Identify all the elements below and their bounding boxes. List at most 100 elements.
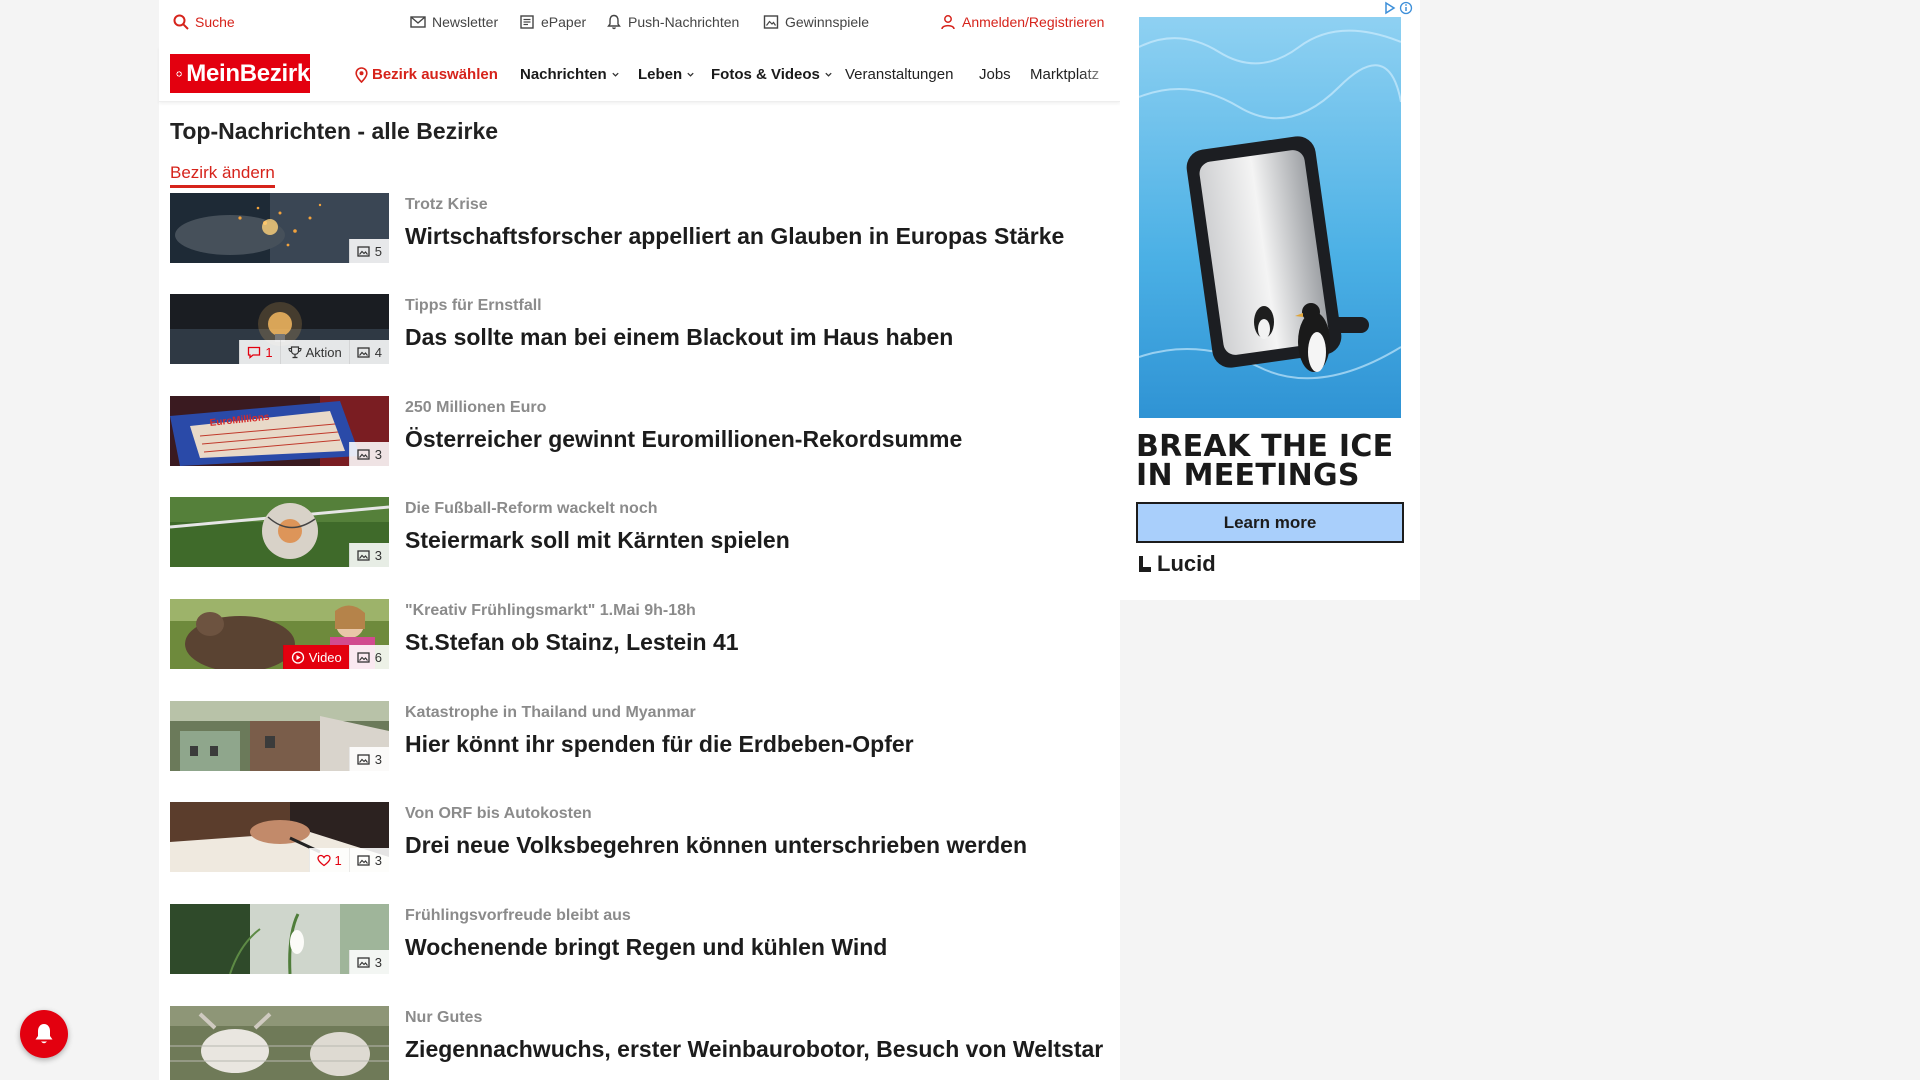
play-icon: [291, 650, 304, 664]
main-navigation: MeinBezirk Bezirk auswählen Nachrichten …: [159, 46, 1120, 102]
like-count-badge: 1: [308, 848, 349, 872]
chevron-down-icon: [687, 72, 694, 77]
article-headline[interactable]: Ziegennachwuchs, erster Weinbaurobotor, …: [405, 1034, 1110, 1064]
photos-icon: [357, 956, 370, 968]
photo-count-badge: 3: [348, 543, 389, 567]
article-headline[interactable]: Drei neue Volksbegehren können unterschr…: [405, 830, 1110, 860]
article-thumbnail[interactable]: Video 6: [170, 599, 389, 669]
nav-life-label: Leben: [638, 66, 683, 83]
thumbnail-badges: 3: [348, 543, 389, 567]
article-kicker: "Kreativ Frühlingsmarkt" 1.Mai 9h-18h: [405, 602, 696, 619]
article-item[interactable]: 1 3 Von ORF bis Autokosten Drei neue Vol…: [170, 802, 1110, 874]
article-headline[interactable]: Steiermark soll mit Kärnten spielen: [405, 525, 1110, 555]
user-icon: [941, 15, 955, 30]
nav-events[interactable]: Veranstaltungen: [845, 66, 953, 83]
chevron-down-icon: [612, 72, 619, 77]
newsletter-label: Newsletter: [432, 14, 499, 30]
article-thumbnail[interactable]: 5: [170, 193, 389, 263]
thumbnail-badges: 3: [348, 747, 389, 771]
advertisement[interactable]: BREAK THE ICE IN MEETINGS Learn more Luc…: [1120, 0, 1420, 600]
ad-learn-more-button[interactable]: Learn more: [1136, 502, 1404, 543]
thumbnail-badges: 3: [348, 442, 389, 466]
like-count: 1: [334, 852, 342, 868]
photo-count: 3: [374, 751, 382, 767]
games-link[interactable]: Gewinnspiele: [763, 14, 869, 30]
page-title: Top-Nachrichten - alle Bezirke: [170, 118, 499, 144]
article-thumbnail[interactable]: 3: [170, 904, 389, 974]
article-item[interactable]: 3 Die Fußball-Reform wackelt noch Steier…: [170, 497, 1110, 569]
login-link[interactable]: Anmelden/Registrieren: [940, 14, 1104, 30]
article-thumbnail[interactable]: 3: [170, 497, 389, 567]
article-thumbnail[interactable]: 1 3: [170, 802, 389, 872]
newsletter-link[interactable]: Newsletter: [410, 14, 498, 30]
login-label: Anmelden/Registrieren: [962, 14, 1105, 30]
change-district-link[interactable]: Bezirk ändern: [170, 163, 275, 188]
utility-bar: Suche Newsletter ePaper Push-Nachrichten…: [159, 0, 1120, 46]
photo-count: 5: [374, 243, 382, 259]
article-thumbnail[interactable]: 3: [170, 701, 389, 771]
photo-count: 3: [374, 547, 382, 563]
article-thumbnail[interactable]: [170, 1006, 389, 1080]
push-label: Push-Nachrichten: [628, 14, 740, 30]
photo-count-badge: 6: [348, 645, 389, 669]
picture-icon: [763, 15, 779, 29]
comment-count-badge: 1: [239, 340, 280, 364]
search-link[interactable]: Suche: [173, 14, 235, 30]
photos-icon: [357, 651, 370, 663]
thumbnail-badges: 5: [348, 239, 389, 263]
article-kicker: Katastrophe in Thailand und Myanmar: [405, 704, 696, 721]
article-headline[interactable]: Hier könnt ihr spenden für die Erdbeben-…: [405, 729, 1110, 759]
article-item[interactable]: EuroMillions 3 250 Millionen Euro Österr…: [170, 396, 1110, 468]
search-label: Suche: [195, 14, 235, 30]
article-thumbnail[interactable]: EuroMillions 3: [170, 396, 389, 466]
games-label: Gewinnspiele: [785, 14, 870, 30]
ad-mirror-image[interactable]: [1138, 17, 1402, 418]
article-item[interactable]: Video 6 "Kreativ Frühlingsmarkt" 1.Mai 9…: [170, 599, 1110, 671]
action-label: Aktion: [305, 344, 342, 360]
nav-photos-videos-label: Fotos & Videos: [711, 66, 820, 83]
photo-count: 3: [374, 446, 382, 462]
photo-count-badge: 3: [348, 442, 389, 466]
photos-icon: [357, 549, 370, 561]
logo-flower-icon: [176, 70, 183, 77]
lucid-logo-icon: [1139, 556, 1151, 572]
ad-headline[interactable]: BREAK THE ICE IN MEETINGS: [1136, 432, 1406, 491]
ad-brand-name: Lucid: [1157, 551, 1216, 576]
ad-brand[interactable]: Lucid: [1137, 551, 1216, 577]
bell-icon: [607, 14, 621, 30]
notification-bell-button[interactable]: [20, 1010, 68, 1058]
thumbnail-badges: 1 3: [308, 848, 389, 872]
article-item[interactable]: 3 Frühlingsvorfreude bleibt aus Wochenen…: [170, 904, 1110, 976]
article-item[interactable]: 1 Aktion 4 Tipps für Ernstfall Das sollt…: [170, 294, 1110, 366]
article-headline[interactable]: St.Stefan ob Stainz, Lestein 41: [405, 627, 1110, 657]
article-headline[interactable]: Wirtschaftsforscher appelliert an Glaube…: [405, 221, 1110, 251]
site-logo[interactable]: MeinBezirk: [170, 54, 310, 93]
photo-count: 3: [374, 852, 382, 868]
article-headline[interactable]: Das sollte man bei einem Blackout im Hau…: [405, 322, 1110, 352]
article-kicker: Tipps für Ernstfall: [405, 297, 542, 314]
photo-count-badge: 3: [348, 848, 389, 872]
nav-photos-videos[interactable]: Fotos & Videos: [711, 66, 833, 83]
photo-count-badge: 5: [348, 239, 389, 263]
epaper-link[interactable]: ePaper: [519, 14, 586, 30]
nav-fade: [1080, 46, 1120, 101]
article-item[interactable]: 3 Katastrophe in Thailand und Myanmar Hi…: [170, 701, 1110, 773]
photo-count: 6: [374, 649, 382, 665]
article-kicker: Frühlingsvorfreude bleibt aus: [405, 907, 631, 924]
nav-jobs[interactable]: Jobs: [979, 66, 1011, 83]
heart-icon: [316, 854, 331, 866]
article-headline[interactable]: Wochenende bringt Regen und kühlen Wind: [405, 932, 1110, 962]
photos-icon: [357, 854, 370, 866]
district-select[interactable]: Bezirk auswählen: [355, 66, 498, 83]
comment-count: 1: [265, 344, 273, 360]
nav-news[interactable]: Nachrichten: [520, 66, 620, 83]
push-notifications-link[interactable]: Push-Nachrichten: [606, 14, 739, 30]
article-thumbnail[interactable]: 1 Aktion 4: [170, 294, 389, 364]
nav-life[interactable]: Leben: [638, 66, 695, 83]
article-kicker: 250 Millionen Euro: [405, 399, 547, 416]
article-item[interactable]: Nur Gutes Ziegennachwuchs, erster Weinba…: [170, 1006, 1110, 1080]
article-item[interactable]: 5 Trotz Krise Wirtschaftsforscher appell…: [170, 193, 1110, 265]
photo-count: 4: [374, 344, 382, 360]
article-headline[interactable]: Österreicher gewinnt Euromillionen-Rekor…: [405, 424, 1110, 454]
goats-photo: [170, 1006, 389, 1080]
